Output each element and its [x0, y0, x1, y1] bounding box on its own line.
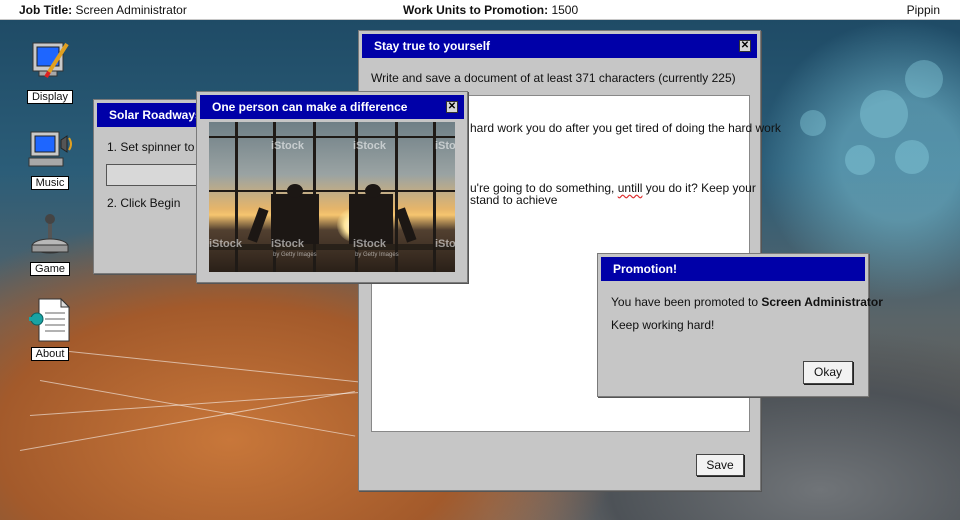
- okay-button[interactable]: Okay: [803, 361, 853, 384]
- work-units: Work Units to Promotion: 1500: [403, 3, 578, 17]
- close-icon[interactable]: ✕: [446, 101, 458, 113]
- desktop-icon-game[interactable]: Game: [26, 212, 74, 276]
- watermark: iStock: [353, 238, 387, 250]
- desktop-icon-label: Music: [30, 176, 70, 190]
- teamwork-photo: iStock iStock iStock iStock iStock iStoc…: [209, 122, 455, 272]
- work-units-label: Work Units to Promotion:: [403, 3, 549, 17]
- promotion-titlebar[interactable]: Promotion!: [601, 257, 865, 281]
- floor-line: [209, 244, 455, 250]
- bokeh-light: [800, 110, 826, 136]
- promotion-role: Screen Administrator: [761, 295, 883, 309]
- solar-step-1: 1. Set spinner to -7: [107, 140, 203, 154]
- job-title-label: Job Title:: [19, 3, 73, 17]
- job-title: Job Title: Screen Administrator: [19, 3, 187, 17]
- person-silhouette: [395, 207, 417, 243]
- window-frame: [209, 136, 455, 138]
- spinner-input[interactable]: [106, 164, 202, 186]
- solar-step-2: 2. Click Begin: [107, 196, 181, 210]
- desktop-icon-label: Game: [30, 262, 70, 276]
- puzzle-piece: [365, 184, 381, 198]
- monitor-paint-icon: [32, 42, 69, 79]
- desktop-icon-label: Display: [26, 90, 74, 104]
- desktop-icon-about[interactable]: About: [26, 297, 74, 361]
- image-window-titlebar[interactable]: One person can make a difference ✕: [200, 95, 464, 119]
- computer-speaker-icon: [28, 131, 72, 167]
- watermark: iStock: [271, 238, 305, 250]
- puzzle-piece: [349, 194, 393, 244]
- watermark: iStock: [353, 140, 387, 152]
- bokeh-light: [860, 90, 908, 138]
- promotion-dialog: Promotion! You have been promoted to Scr…: [597, 253, 883, 397]
- watermark-sub: by Getty Images: [273, 252, 317, 258]
- puzzle-piece: [287, 184, 303, 198]
- cat-whisker: [39, 380, 356, 437]
- document-text: you do it? Keep your: [642, 181, 756, 195]
- cat-whisker: [59, 350, 359, 383]
- bokeh-light: [905, 60, 943, 98]
- cat-whisker: [29, 391, 360, 416]
- promotion-title: Promotion!: [613, 262, 677, 276]
- promotion-message: You have been promoted to Screen Adminis…: [611, 295, 883, 309]
- document-line: stand to achieve: [470, 193, 558, 207]
- desktop-icon-music[interactable]: Music: [26, 126, 74, 190]
- document-line: hard work you do after you get tired of …: [470, 121, 781, 135]
- solar-window-title: Solar Roadways: [109, 108, 202, 122]
- bokeh-light: [845, 145, 875, 175]
- solar-roadways-window: Solar Roadways 1. Set spinner to -7 2. C…: [93, 99, 203, 274]
- bokeh-light: [895, 140, 929, 174]
- watermark-sub: by Getty Images: [355, 252, 399, 258]
- document-pin-icon: [29, 297, 71, 342]
- work-units-value: 1500: [551, 3, 579, 17]
- close-icon[interactable]: ✕: [739, 40, 751, 52]
- top-status-bar: Job Title: Screen Administrator Work Uni…: [0, 0, 960, 20]
- stay-true-title: Stay true to yourself: [374, 39, 491, 53]
- misspelled-word: untill: [617, 181, 643, 195]
- window-frame: [209, 190, 455, 192]
- person-silhouette: [247, 207, 269, 243]
- joystick-icon: [31, 214, 69, 254]
- job-title-value: Screen Administrator: [75, 3, 187, 17]
- watermark: iStock: [209, 238, 243, 250]
- stay-true-titlebar[interactable]: Stay true to yourself ✕: [362, 34, 757, 58]
- desktop-icon-label: About: [30, 347, 70, 361]
- promotion-message-text: You have been promoted to: [611, 295, 762, 309]
- solar-window-titlebar[interactable]: Solar Roadways: [97, 103, 202, 127]
- document-prompt: Write and save a document of at least 37…: [371, 71, 736, 85]
- desktop-icon-display[interactable]: Display: [26, 40, 74, 104]
- watermark: iStock: [271, 140, 305, 152]
- save-button[interactable]: Save: [696, 454, 744, 476]
- user-name: Pippin: [906, 3, 940, 17]
- puzzle-piece: [271, 194, 319, 244]
- image-window-title: One person can make a difference: [212, 100, 408, 114]
- watermark: iStock: [435, 140, 455, 152]
- watermark: iStock: [435, 238, 455, 250]
- promotion-message-2: Keep working hard!: [611, 318, 715, 332]
- cat-whisker: [19, 390, 355, 451]
- image-window: One person can make a difference ✕ iStoc…: [196, 91, 468, 283]
